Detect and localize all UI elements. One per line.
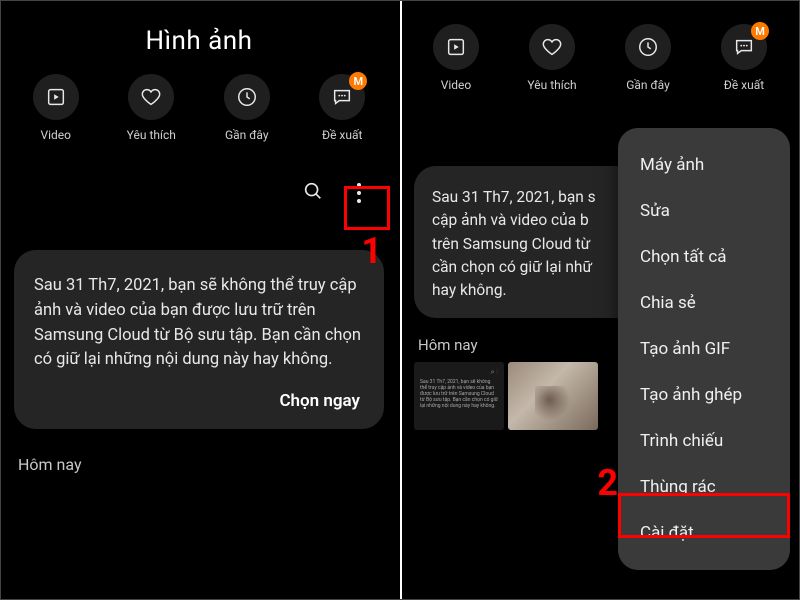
badge-m: M	[349, 72, 367, 90]
chat-icon: M	[721, 24, 767, 70]
tab-recent[interactable]: Gần đây	[199, 74, 295, 142]
menu-edit[interactable]: Sửa	[618, 188, 790, 234]
tab-favorites[interactable]: Yêu thích	[504, 24, 600, 92]
thumbnail-photo[interactable]	[508, 362, 598, 430]
step-number-1: 1	[361, 230, 382, 272]
menu-trash[interactable]: Thùng rác	[618, 464, 790, 510]
tab-video[interactable]: Video	[8, 74, 104, 142]
more-vertical-icon	[357, 183, 361, 203]
choose-now-button[interactable]: Chọn ngay	[34, 391, 364, 411]
section-today: Hôm nay	[0, 429, 398, 474]
play-icon	[33, 74, 79, 120]
more-options-button[interactable]	[342, 176, 376, 210]
heart-icon	[128, 74, 174, 120]
page-title: Hình ảnh	[0, 0, 398, 70]
screenshot-right: Video Yêu thích Gần đây M Đề xuất Sau 31…	[400, 0, 800, 600]
clock-icon	[625, 24, 671, 70]
thumbnail-screenshot[interactable]: ⌕ ⋮ Sau 31 Th7, 2021, bạn sẽ không thể t…	[414, 362, 504, 430]
clock-icon	[224, 74, 270, 120]
cloud-notice-text: Sau 31 Th7, 2021, bạn sẽ không thể truy …	[34, 274, 364, 373]
screenshot-left: Hình ảnh Video Yêu thích Gần đây M Đề	[0, 0, 400, 600]
tab-suggest[interactable]: M Đề xuất	[295, 74, 391, 142]
step-number-2: 2	[597, 462, 618, 504]
menu-create-collage[interactable]: Tạo ảnh ghép	[618, 372, 790, 418]
options-menu: Máy ảnh Sửa Chọn tất cả Chia sẻ Tạo ảnh …	[618, 128, 790, 570]
search-icon[interactable]	[302, 180, 324, 206]
menu-slideshow[interactable]: Trình chiếu	[618, 418, 790, 464]
tab-recent[interactable]: Gần đây	[600, 24, 696, 92]
badge-m: M	[751, 22, 769, 40]
tab-suggest[interactable]: M Đề xuất	[696, 24, 792, 92]
menu-create-gif[interactable]: Tạo ảnh GIF	[618, 326, 790, 372]
category-tabs: Video Yêu thích Gần đây M Đề xuất	[0, 70, 398, 142]
cloud-notice-card: Sau 31 Th7, 2021, bạn sẽ không thể truy …	[14, 250, 384, 429]
panel-divider	[400, 0, 402, 600]
category-tabs: Video Yêu thích Gần đây M Đề xuất	[400, 0, 800, 92]
chat-icon: M	[319, 74, 365, 120]
play-icon	[433, 24, 479, 70]
tab-favorites[interactable]: Yêu thích	[104, 74, 200, 142]
menu-camera[interactable]: Máy ảnh	[618, 142, 790, 188]
menu-settings[interactable]: Cài đặt	[618, 510, 790, 556]
menu-share[interactable]: Chia sẻ	[618, 280, 790, 326]
heart-icon	[529, 24, 575, 70]
tab-video[interactable]: Video	[408, 24, 504, 92]
toolbar	[0, 142, 398, 218]
menu-select-all[interactable]: Chọn tất cả	[618, 234, 790, 280]
